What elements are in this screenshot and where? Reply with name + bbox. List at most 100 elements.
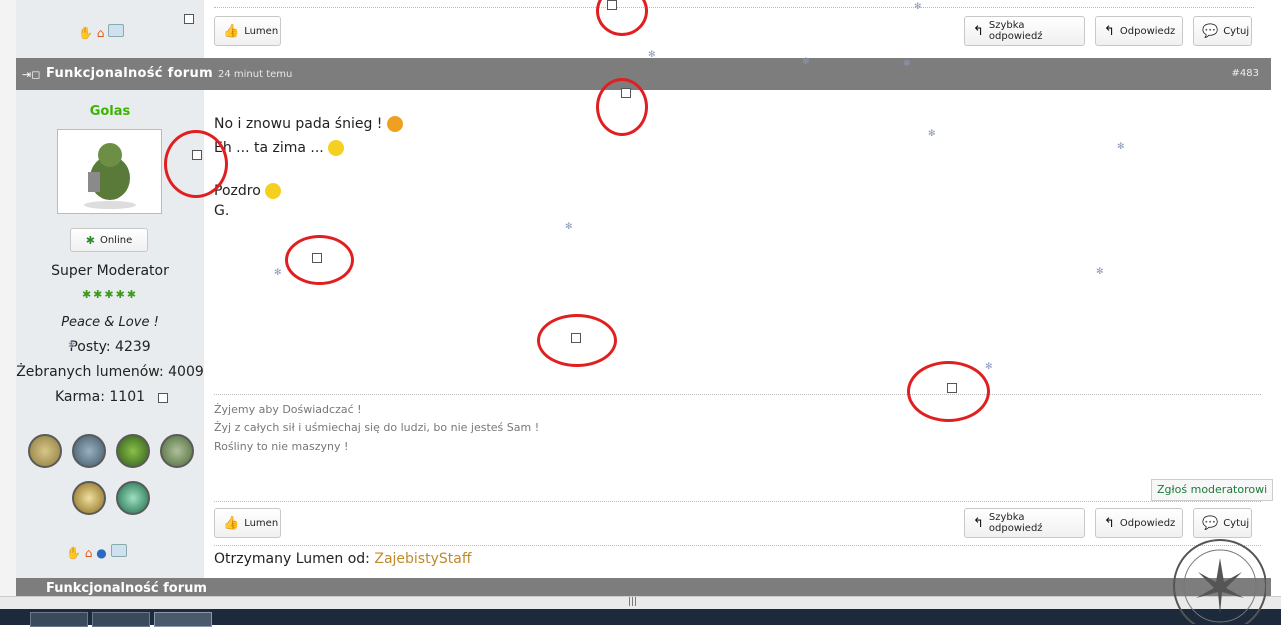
badge-icon[interactable]	[72, 481, 106, 515]
snowflake-icon: ✻	[928, 129, 936, 139]
badge-icon[interactable]	[28, 434, 62, 468]
post-line-4: G.	[214, 203, 230, 219]
snowflake-icon: ✻	[565, 222, 573, 232]
post-text-2: Eh ... ta zima ...	[214, 140, 324, 156]
karma-square	[158, 393, 168, 403]
post-text-1: No i znowu pada śnieg !	[214, 116, 383, 132]
thumbs-up-icon: 👍	[223, 515, 240, 531]
watermark-seal	[1160, 528, 1267, 628]
taskbar	[0, 609, 1281, 627]
signature-line-1: Żyjemy aby Doświadczać !	[214, 403, 362, 416]
horizontal-scrollbar[interactable]: |||	[0, 596, 1281, 610]
received-label: Otrzymany Lumen od:	[214, 551, 370, 567]
avatar[interactable]	[57, 129, 162, 214]
user-icons-previous: ✋ ⌂	[78, 24, 125, 40]
quick-reply-label: Szybka odpowiedź	[988, 20, 1043, 42]
divider	[214, 501, 1261, 502]
message-icon[interactable]	[110, 544, 127, 557]
post-number-link[interactable]: #483	[1232, 68, 1259, 79]
cannabis-leaf-icon: ✱	[85, 233, 95, 247]
received-from-link[interactable]: ZajebistyStaff	[374, 551, 471, 567]
thumbs-up-icon: 👍	[223, 23, 240, 39]
snowflake-icon: ✻	[903, 59, 911, 69]
snowflake-icon: ✻	[648, 50, 656, 60]
user-icons: ✋ ⌂ ●	[66, 544, 127, 560]
post-title[interactable]: Funkcjonalność forum	[46, 66, 213, 81]
cool-smiley-icon	[265, 183, 282, 199]
author-rank: Super Moderator	[51, 263, 169, 279]
quick-reply-button[interactable]: ↰ Szybka odpowiedź	[964, 508, 1085, 538]
left-edge	[0, 0, 17, 600]
badge-icon[interactable]	[160, 434, 194, 468]
broken-image-square	[621, 88, 631, 98]
signature-line-3: Rośliny to nie maszyny !	[214, 440, 349, 453]
reply-arrow-icon: ↰	[1104, 515, 1115, 531]
snowflake-icon: ✻	[1096, 267, 1104, 277]
reply-label: Odpowiedz	[1119, 517, 1176, 529]
author-motto: Peace & Love !	[61, 315, 159, 330]
signature-divider	[214, 394, 1261, 395]
broken-image-square	[947, 383, 957, 393]
badge-icon[interactable]	[116, 434, 150, 468]
reply-arrow-icon: ↰	[973, 23, 984, 39]
post-header-bar: ⇥◻ Funkcjonalność forum 24 minut temu #4…	[16, 58, 1271, 90]
post-line-3: Pozdro	[214, 183, 282, 199]
author-posts: Posty: 4239	[69, 339, 151, 355]
received-lumen: Otrzymany Lumen od: ZajebistyStaff	[214, 551, 471, 567]
quick-reply-button-top[interactable]: ↰ Szybka odpowiedź	[964, 16, 1085, 46]
status-label: Online	[99, 234, 133, 246]
post-text-3: Pozdro	[214, 183, 261, 199]
broken-image-square	[607, 0, 617, 10]
reply-arrow-icon: ↰	[973, 515, 984, 531]
post-line-2: Eh ... ta zima ...	[214, 140, 345, 156]
quote-label: Cytuj	[1223, 517, 1250, 529]
devil-smiley-icon	[386, 116, 403, 132]
post-time: 24 minut temu	[218, 69, 293, 80]
signature-line-2: Żyj z całych sił i uśmiechaj się do ludz…	[214, 421, 540, 434]
divider	[214, 545, 1261, 546]
snowflake-icon: ✻	[1117, 142, 1125, 152]
snowflake-icon: ✻	[274, 268, 282, 278]
annotation-circle	[596, 78, 648, 136]
badge-icon[interactable]	[116, 481, 150, 515]
cannabis-leaf-icon	[1173, 539, 1267, 628]
collapse-icon[interactable]: ⇥◻	[22, 68, 40, 81]
message-icon[interactable]	[108, 24, 125, 37]
reply-label: Odpowiedz	[1119, 25, 1176, 37]
home-icon[interactable]: ⌂	[97, 26, 105, 40]
report-moderator-link[interactable]: Zgłoś moderatorowi	[1151, 479, 1274, 501]
quote-label: Cytuj	[1223, 25, 1250, 37]
snowflake-icon: ✻	[68, 341, 76, 351]
lumen-button[interactable]: 👍 Lumen	[214, 508, 281, 538]
annotation-circle	[164, 130, 228, 198]
lumen-button-top[interactable]: 👍 Lumen	[214, 16, 281, 46]
grin-smiley-icon	[328, 140, 345, 156]
snowflake-icon: ✻	[914, 2, 922, 12]
home-icon[interactable]: ⌂	[85, 546, 93, 560]
divider	[214, 7, 1254, 8]
post-line-1: No i znowu pada śnieg !	[214, 116, 403, 132]
badge-icon[interactable]	[72, 434, 106, 468]
placeholder-square	[184, 14, 194, 24]
snowflake-icon: ✻	[985, 362, 993, 372]
hand-icon[interactable]: ✋	[66, 546, 81, 560]
avatar-image	[84, 143, 136, 209]
rank-leaves: ✱✱✱✱✱	[81, 288, 139, 301]
broken-image-square	[571, 333, 581, 343]
next-post-header-bar: Funkcjonalność forum	[16, 578, 1271, 596]
scroll-grip-icon: |||	[628, 597, 638, 607]
globe-icon[interactable]: ●	[96, 546, 106, 560]
snowflake-icon: ✻	[802, 57, 810, 67]
reply-button-top[interactable]: ↰ Odpowiedz	[1095, 16, 1183, 46]
quick-reply-label: Szybka odpowiedź	[988, 512, 1043, 534]
next-post-title[interactable]: Funkcjonalność forum	[46, 581, 207, 596]
author-lumens: Żebranych lumenów: 4009	[16, 364, 204, 380]
quote-bubble-icon: 💬	[1202, 23, 1219, 39]
lumen-label: Lumen	[244, 25, 279, 37]
author-name[interactable]: Golas	[16, 104, 204, 119]
broken-image-square	[192, 150, 202, 160]
lumen-label: Lumen	[244, 517, 279, 529]
hand-icon[interactable]: ✋	[78, 26, 93, 40]
quote-button-top[interactable]: 💬 Cytuj	[1193, 16, 1252, 46]
online-status: ✱ Online	[70, 228, 148, 252]
